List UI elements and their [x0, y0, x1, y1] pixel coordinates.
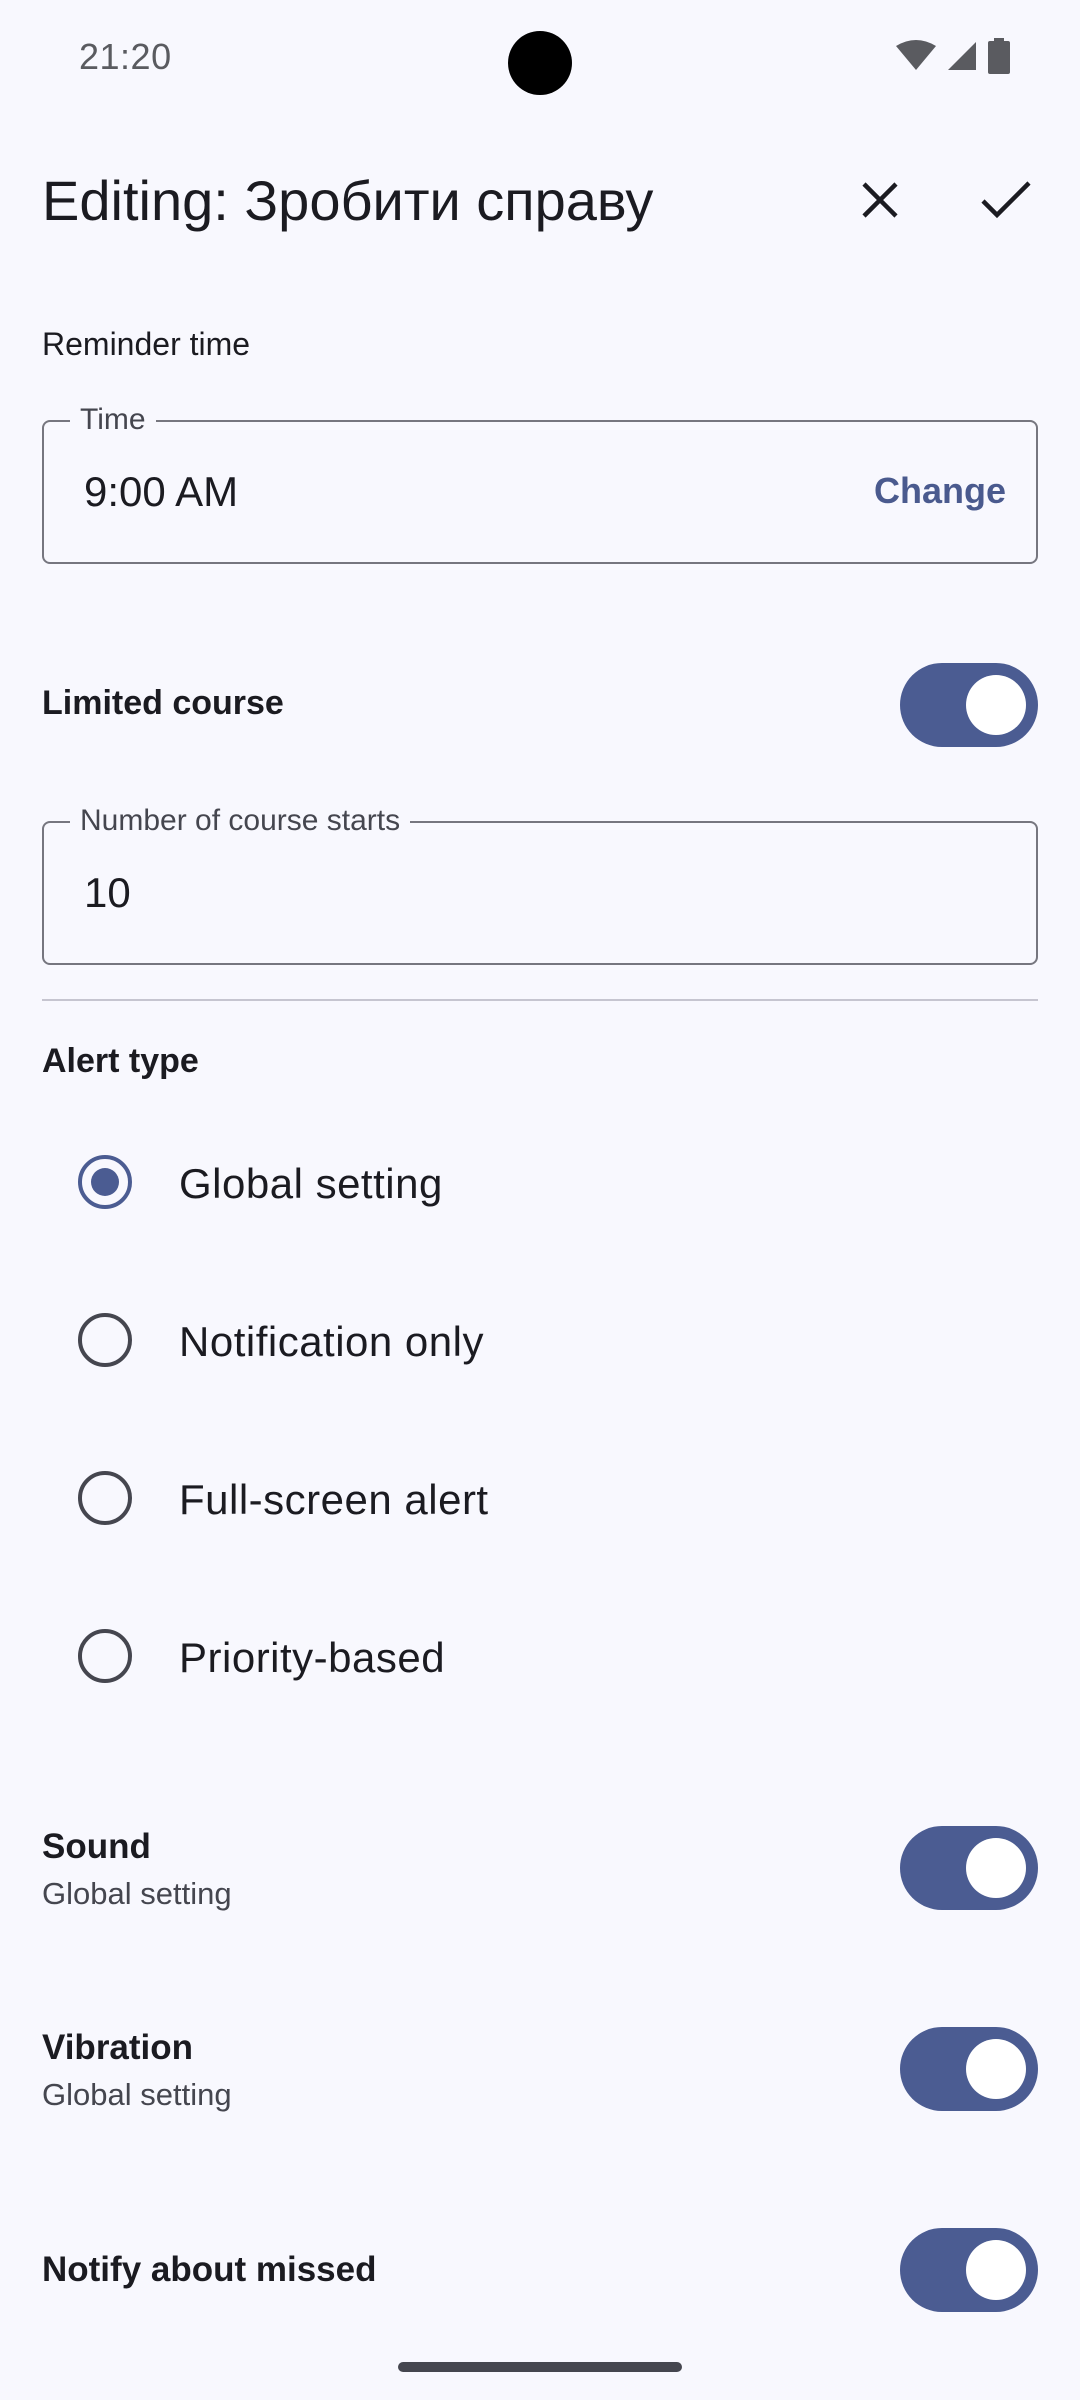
- time-field-label: Time: [70, 402, 156, 438]
- switch-thumb: [966, 675, 1026, 735]
- radio-label: Global setting: [179, 1160, 443, 1207]
- radio-button[interactable]: [78, 1155, 132, 1209]
- vibration-title: Vibration: [42, 2028, 194, 2067]
- radio-button[interactable]: [78, 1629, 132, 1683]
- vibration-subtitle: Global setting: [42, 2077, 232, 2112]
- radio-global-setting[interactable]: Global setting: [42, 1122, 1038, 1242]
- sound-title: Sound: [42, 1827, 151, 1866]
- alert-type-title: Alert type: [42, 1042, 199, 1080]
- radio-label: Priority-based: [179, 1634, 446, 1681]
- sound-subtitle: Global setting: [42, 1876, 232, 1911]
- signal-icon: [946, 40, 978, 77]
- time-value: 9:00 AM: [84, 468, 239, 515]
- close-button[interactable]: [832, 154, 928, 250]
- divider: [42, 999, 1038, 1001]
- limited-course-label: Limited course: [42, 684, 284, 722]
- limited-course-switch[interactable]: [900, 663, 1038, 747]
- notify-missed-switch[interactable]: [900, 2228, 1038, 2312]
- vibration-switch[interactable]: [900, 2027, 1038, 2111]
- course-starts-value: 10: [84, 869, 131, 916]
- course-starts-field[interactable]: Number of course starts 10: [42, 803, 1038, 965]
- home-indicator[interactable]: [398, 2362, 682, 2372]
- switch-thumb: [966, 2240, 1026, 2300]
- close-icon: [860, 180, 900, 225]
- check-icon: [980, 180, 1032, 225]
- battery-icon: [988, 37, 1010, 79]
- page-title: Editing: Зробити справу: [42, 169, 654, 232]
- course-starts-label: Number of course starts: [70, 803, 411, 839]
- camera-cutout: [508, 31, 572, 95]
- radio-priority-based[interactable]: Priority-based: [42, 1596, 1038, 1716]
- notify-missed-title: Notify about missed: [42, 2250, 377, 2289]
- status-icons: [896, 37, 1010, 79]
- screen: 21:20 Editing: Зробити справу Reminder t…: [0, 0, 1080, 2400]
- switch-thumb: [966, 1838, 1026, 1898]
- radio-label: Full-screen alert: [179, 1476, 489, 1523]
- radio-button[interactable]: [78, 1471, 132, 1525]
- reminder-time-label: Reminder time: [42, 326, 251, 362]
- change-time-button[interactable]: Change: [874, 470, 1006, 512]
- wifi-icon: [896, 39, 936, 77]
- radio-full-screen-alert[interactable]: Full-screen alert: [42, 1438, 1038, 1558]
- sound-switch[interactable]: [900, 1826, 1038, 1910]
- save-button[interactable]: [958, 154, 1054, 250]
- radio-button[interactable]: [78, 1313, 132, 1367]
- radio-notification-only[interactable]: Notification only: [42, 1280, 1038, 1400]
- radio-label: Notification only: [179, 1318, 484, 1365]
- status-time: 21:20: [79, 36, 172, 77]
- switch-thumb: [966, 2039, 1026, 2099]
- time-field[interactable]: Time 9:00 AM Change: [42, 402, 1038, 564]
